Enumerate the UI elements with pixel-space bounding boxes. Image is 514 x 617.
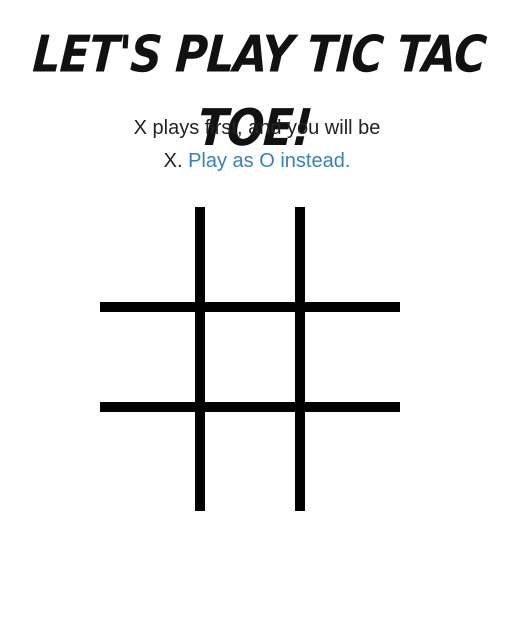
play-as-o-link[interactable]: Play as O instead. (188, 150, 350, 172)
grid-line-horizontal-1 (100, 302, 400, 312)
board-cell-3[interactable] (305, 207, 400, 302)
board-cell-8[interactable] (205, 412, 300, 507)
board-cell-7[interactable] (100, 412, 195, 507)
board-cell-4[interactable] (100, 312, 195, 407)
board-cell-1[interactable] (100, 207, 195, 302)
grid-line-vertical-1 (195, 207, 205, 511)
intro-text: X plays first, and you will be X. Play a… (57, 112, 457, 178)
board-cell-6[interactable] (305, 312, 400, 407)
intro-line2-prefix: X. (163, 150, 183, 172)
game-board (100, 207, 400, 511)
board-cell-2[interactable] (205, 207, 300, 302)
board-cell-9[interactable] (305, 412, 400, 507)
intro-line1: X plays first, and you will be (133, 117, 381, 139)
board-cell-5[interactable] (205, 312, 300, 407)
